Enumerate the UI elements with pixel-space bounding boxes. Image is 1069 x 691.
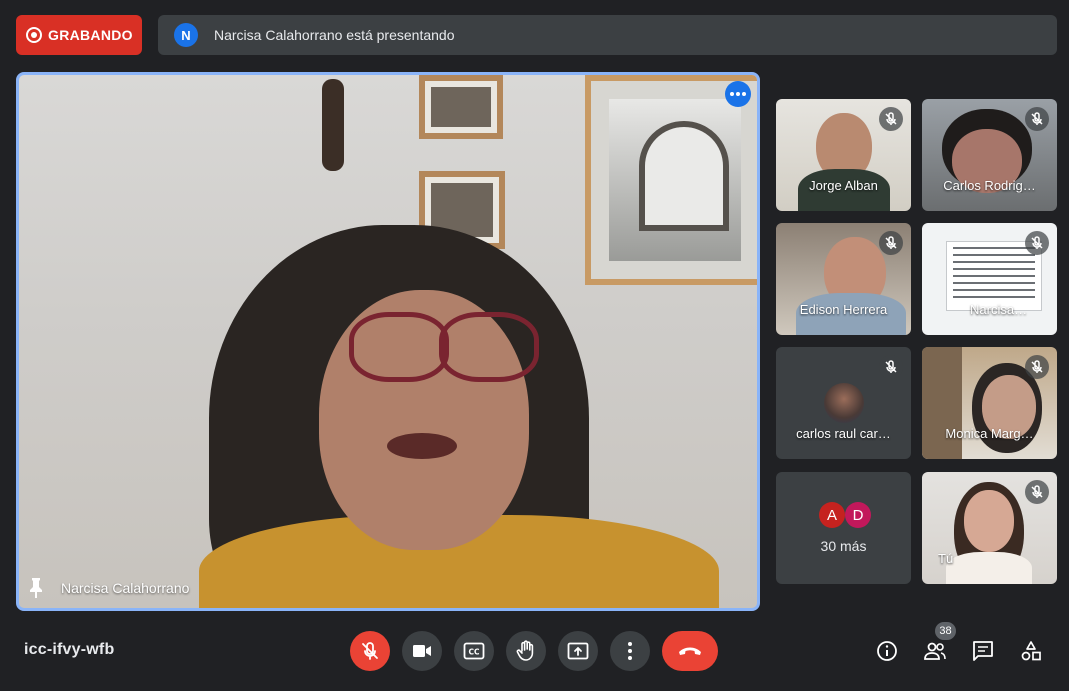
more-options-button[interactable] xyxy=(610,631,650,671)
info-icon xyxy=(877,641,897,661)
present-screen-button[interactable] xyxy=(558,631,598,671)
participant-avatar: A xyxy=(819,502,845,528)
record-icon xyxy=(26,27,42,43)
presenting-text: Narcisa Calahorrano está presentando xyxy=(214,27,455,43)
raise-hand-icon xyxy=(516,640,534,661)
mic-off-icon xyxy=(1025,355,1049,379)
mic-off-icon xyxy=(362,642,378,660)
people-button[interactable] xyxy=(919,636,951,666)
wall-frame xyxy=(419,75,503,139)
mic-toggle-button[interactable] xyxy=(350,631,390,671)
participant-avatar: D xyxy=(845,502,871,528)
mic-off-icon xyxy=(879,355,903,379)
meeting-info-button[interactable] xyxy=(871,636,903,666)
pin-icon xyxy=(30,578,42,598)
main-tile-label: Narcisa Calahorrano xyxy=(29,578,189,598)
participant-tile[interactable]: Carlos Rodrig… xyxy=(922,99,1057,211)
captions-button[interactable]: CC xyxy=(454,631,494,671)
others-count: 30 más xyxy=(820,538,867,554)
participant-name: Tú xyxy=(938,551,954,566)
participant-tile[interactable]: Monica Marg… xyxy=(922,347,1057,459)
participant-name: Edison Herrera xyxy=(799,302,888,317)
recording-label: GRABANDO xyxy=(48,27,133,43)
mic-off-icon xyxy=(1025,231,1049,255)
mic-off-icon xyxy=(879,107,903,131)
camera-toggle-button[interactable] xyxy=(402,631,442,671)
participant-name: Jorge Alban xyxy=(809,178,878,193)
participant-tile[interactable]: Edison Herrera xyxy=(776,223,911,335)
activities-button[interactable] xyxy=(1015,636,1047,666)
participant-name: Monica Marg… xyxy=(945,426,1034,441)
svg-text:CC: CC xyxy=(468,648,480,657)
self-tile[interactable]: Tú xyxy=(922,472,1057,584)
tile-more-options-button[interactable] xyxy=(725,81,751,107)
closed-caption-icon: CC xyxy=(463,642,485,660)
main-tile-name: Narcisa Calahorrano xyxy=(61,580,190,596)
raise-hand-button[interactable] xyxy=(506,631,546,671)
participant-name: carlos raul car… xyxy=(796,426,891,441)
participant-tile[interactable]: Jorge Alban xyxy=(776,99,911,211)
glasses-right xyxy=(439,312,539,382)
chat-icon xyxy=(973,641,993,661)
participant-tile[interactable]: carlos raul car… xyxy=(776,347,911,459)
glasses-left xyxy=(349,312,449,382)
people-icon xyxy=(924,642,946,660)
call-end-icon xyxy=(679,647,701,655)
recording-badge: GRABANDO xyxy=(16,15,142,55)
participant-tile-screen[interactable]: Narcisa… xyxy=(922,223,1057,335)
main-video-tile[interactable]: Narcisa Calahorrano xyxy=(16,72,760,611)
activities-icon xyxy=(1021,641,1041,661)
more-vert-icon xyxy=(628,642,632,660)
mic-off-icon xyxy=(1025,107,1049,131)
mic-off-icon xyxy=(879,231,903,255)
more-horiz-icon xyxy=(730,92,746,96)
others-tile[interactable]: A D 30 más xyxy=(776,472,911,584)
end-call-button[interactable] xyxy=(662,631,718,671)
meeting-code: icc-ifvy-wfb xyxy=(24,641,115,658)
videocam-icon xyxy=(413,645,431,657)
presenter-mouth xyxy=(387,433,457,459)
participant-name: Narcisa… xyxy=(970,302,1028,317)
present-screen-icon xyxy=(567,642,589,660)
presenting-banner: N Narcisa Calahorrano está presentando xyxy=(158,15,1057,55)
chat-button[interactable] xyxy=(967,636,999,666)
presenter-avatar: N xyxy=(174,23,198,47)
participant-avatar xyxy=(824,383,864,423)
wall-carving xyxy=(322,79,344,171)
mic-off-icon xyxy=(1025,480,1049,504)
participant-name: Carlos Rodrig… xyxy=(943,178,1036,193)
